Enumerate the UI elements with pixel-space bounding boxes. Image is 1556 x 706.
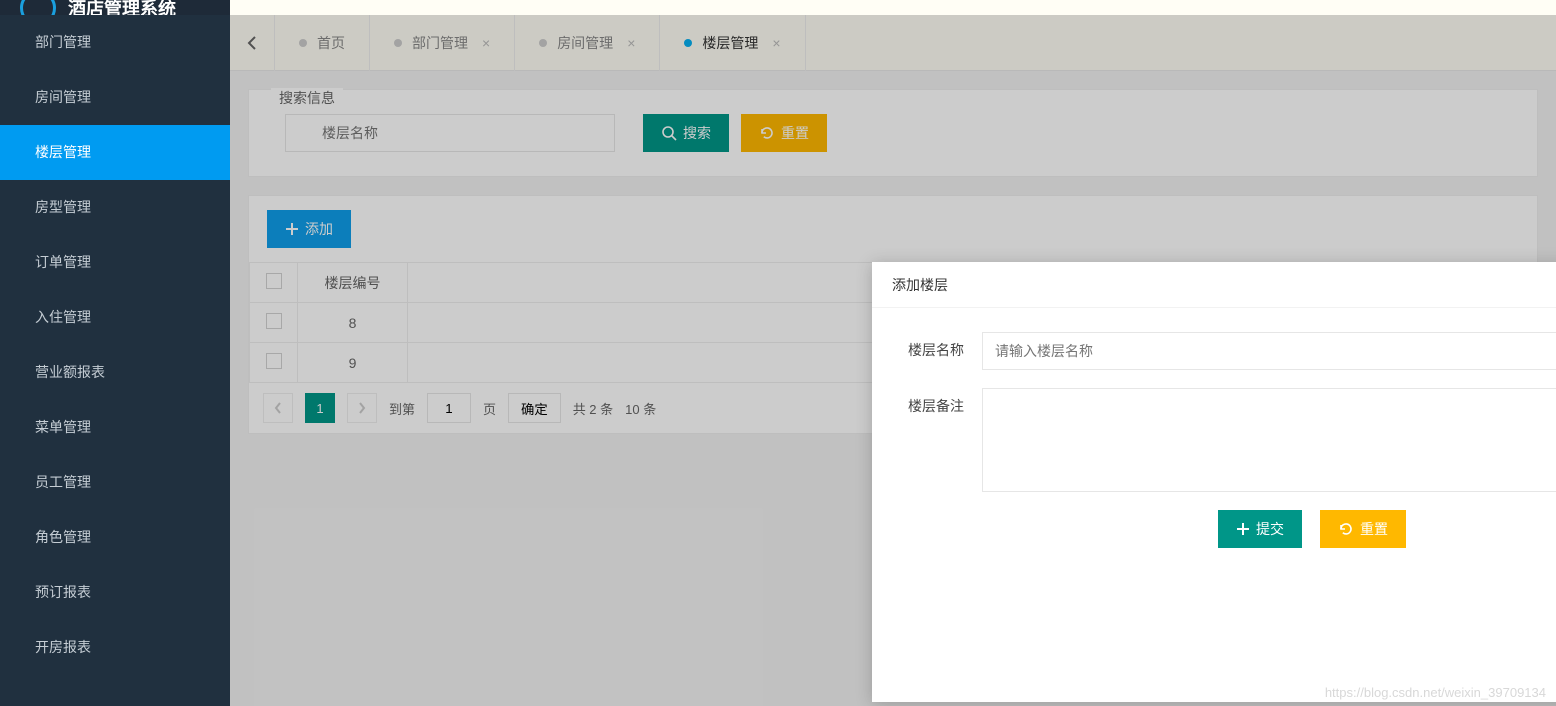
sidebar-item-checkin[interactable]: 入住管理	[0, 290, 230, 345]
sidebar-item-label: 订单管理	[35, 254, 91, 270]
sidebar-item-room[interactable]: 房间管理	[0, 70, 230, 125]
floor-name-input[interactable]	[982, 332, 1556, 370]
sidebar-item-staff[interactable]: 员工管理	[0, 455, 230, 510]
sidebar-item-label: 菜单管理	[35, 419, 91, 435]
form-label-remark: 楼层备注	[902, 388, 982, 416]
submit-button[interactable]: 提交	[1218, 510, 1302, 548]
sidebar-item-department[interactable]: 部门管理	[0, 15, 230, 70]
modal-reset-button[interactable]: 重置	[1320, 510, 1406, 548]
sidebar-item-label: 部门管理	[35, 34, 91, 50]
sidebar-item-roomtype[interactable]: 房型管理	[0, 180, 230, 235]
plus-icon	[1236, 522, 1250, 536]
sidebar-item-label: 开房报表	[35, 639, 91, 655]
sidebar-item-label: 房间管理	[35, 89, 91, 105]
modal-header: 添加楼层	[872, 262, 1556, 308]
header-right-blank	[230, 0, 1556, 15]
sidebar-item-label: 房型管理	[35, 199, 91, 215]
button-label: 重置	[1360, 519, 1388, 539]
sidebar-item-menu[interactable]: 菜单管理	[0, 400, 230, 455]
sidebar-item-label: 营业额报表	[35, 364, 105, 380]
sidebar-item-floor[interactable]: 楼层管理	[0, 125, 230, 180]
form-label-name: 楼层名称	[902, 332, 982, 360]
sidebar-item-order[interactable]: 订单管理	[0, 235, 230, 290]
sidebar-item-label: 预订报表	[35, 584, 91, 600]
sidebar-item-label: 入住管理	[35, 309, 91, 325]
button-label: 提交	[1256, 519, 1284, 539]
floor-remark-textarea[interactable]	[982, 388, 1556, 492]
refresh-icon	[1338, 521, 1354, 537]
sidebar-item-label: 员工管理	[35, 474, 91, 490]
modal-title: 添加楼层	[892, 275, 948, 295]
sidebar-item-revenue-report[interactable]: 营业额报表	[0, 345, 230, 400]
sidebar-item-label: 楼层管理	[35, 144, 91, 160]
sidebar-item-role[interactable]: 角色管理	[0, 510, 230, 565]
add-floor-modal: 添加楼层 楼层名称 楼层备注 提交 重置	[872, 262, 1556, 702]
sidebar-item-open-report[interactable]: 开房报表	[0, 620, 230, 675]
sidebar-item-booking-report[interactable]: 预订报表	[0, 565, 230, 620]
sidebar: 部门管理 房间管理 楼层管理 房型管理 订单管理 入住管理 营业额报表 菜单管理…	[0, 15, 230, 706]
sidebar-item-label: 角色管理	[35, 529, 91, 545]
